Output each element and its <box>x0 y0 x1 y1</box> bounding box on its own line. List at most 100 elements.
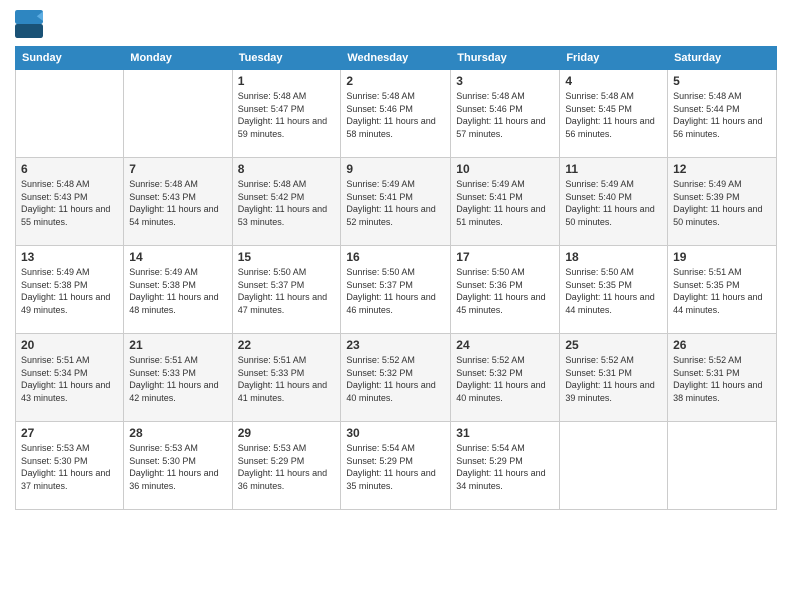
calendar-table: SundayMondayTuesdayWednesdayThursdayFrid… <box>15 46 777 510</box>
day-number: 14 <box>129 250 226 264</box>
day-number: 17 <box>456 250 554 264</box>
header-day: Friday <box>560 47 668 70</box>
day-number: 15 <box>238 250 336 264</box>
logo <box>15 10 47 38</box>
calendar-cell: 10 Sunrise: 5:49 AM Sunset: 5:41 PM Dayli… <box>451 158 560 246</box>
header-day: Thursday <box>451 47 560 70</box>
day-info: Sunrise: 5:51 AM Sunset: 5:35 PM Dayligh… <box>673 266 771 316</box>
calendar-week-row: 20Sunrise: 5:51 AM Sunset: 5:34 PM Dayli… <box>16 334 777 422</box>
calendar-cell: 15 Sunrise: 5:50 AM Sunset: 5:37 PM Dayli… <box>232 246 341 334</box>
day-info: Sunrise: 5:48 AM Sunset: 5:47 PM Dayligh… <box>238 90 336 140</box>
calendar-cell: 2 Sunrise: 5:48 AM Sunset: 5:46 PM Daylig… <box>341 70 451 158</box>
day-info: Sunrise: 5:50 AM Sunset: 5:37 PM Dayligh… <box>346 266 445 316</box>
header-day: Saturday <box>668 47 777 70</box>
day-info: Sunrise: 5:50 AM Sunset: 5:37 PM Dayligh… <box>238 266 336 316</box>
day-info: Sunrise: 5:53 AM Sunset: 5:29 PM Dayligh… <box>238 442 336 492</box>
header-day: Wednesday <box>341 47 451 70</box>
day-info: Sunrise: 5:53 AM Sunset: 5:30 PM Dayligh… <box>21 442 118 492</box>
day-number: 31 <box>456 426 554 440</box>
day-number: 24 <box>456 338 554 352</box>
day-number: 28 <box>129 426 226 440</box>
day-number: 8 <box>238 162 336 176</box>
day-info: Sunrise: 5:54 AM Sunset: 5:29 PM Dayligh… <box>456 442 554 492</box>
day-number: 11 <box>565 162 662 176</box>
calendar-cell: 27 Sunrise: 5:53 AM Sunset: 5:30 PM Dayli… <box>16 422 124 510</box>
calendar-cell: 1Sunrise: 5:48 AM Sunset: 5:47 PM Daylig… <box>232 70 341 158</box>
calendar-cell: 21Sunrise: 5:51 AM Sunset: 5:33 PM Dayli… <box>124 334 232 422</box>
calendar-cell: 3 Sunrise: 5:48 AM Sunset: 5:46 PM Daylig… <box>451 70 560 158</box>
day-info: Sunrise: 5:49 AM Sunset: 5:39 PM Dayligh… <box>673 178 771 228</box>
day-info: Sunrise: 5:49 AM Sunset: 5:41 PM Dayligh… <box>346 178 445 228</box>
day-number: 5 <box>673 74 771 88</box>
day-info: Sunrise: 5:49 AM Sunset: 5:38 PM Dayligh… <box>129 266 226 316</box>
day-number: 21 <box>129 338 226 352</box>
day-number: 29 <box>238 426 336 440</box>
calendar-cell: 30 Sunrise: 5:54 AM Sunset: 5:29 PM Dayli… <box>341 422 451 510</box>
header-day: Monday <box>124 47 232 70</box>
day-number: 25 <box>565 338 662 352</box>
day-number: 30 <box>346 426 445 440</box>
day-info: Sunrise: 5:51 AM Sunset: 5:34 PM Dayligh… <box>21 354 118 404</box>
day-info: Sunrise: 5:48 AM Sunset: 5:46 PM Dayligh… <box>456 90 554 140</box>
calendar-cell: 16 Sunrise: 5:50 AM Sunset: 5:37 PM Dayli… <box>341 246 451 334</box>
day-number: 23 <box>346 338 445 352</box>
day-number: 22 <box>238 338 336 352</box>
calendar-cell: 22 Sunrise: 5:51 AM Sunset: 5:33 PM Dayli… <box>232 334 341 422</box>
day-info: Sunrise: 5:53 AM Sunset: 5:30 PM Dayligh… <box>129 442 226 492</box>
calendar-cell: 28 Sunrise: 5:53 AM Sunset: 5:30 PM Dayli… <box>124 422 232 510</box>
calendar-cell <box>668 422 777 510</box>
calendar-cell: 25 Sunrise: 5:52 AM Sunset: 5:31 PM Dayli… <box>560 334 668 422</box>
calendar-week-row: 27 Sunrise: 5:53 AM Sunset: 5:30 PM Dayli… <box>16 422 777 510</box>
header-day: Tuesday <box>232 47 341 70</box>
calendar-body: 1Sunrise: 5:48 AM Sunset: 5:47 PM Daylig… <box>16 70 777 510</box>
day-info: Sunrise: 5:51 AM Sunset: 5:33 PM Dayligh… <box>238 354 336 404</box>
day-info: Sunrise: 5:48 AM Sunset: 5:43 PM Dayligh… <box>21 178 118 228</box>
calendar-cell: 7 Sunrise: 5:48 AM Sunset: 5:43 PM Daylig… <box>124 158 232 246</box>
calendar-cell: 26Sunrise: 5:52 AM Sunset: 5:31 PM Dayli… <box>668 334 777 422</box>
day-info: Sunrise: 5:48 AM Sunset: 5:44 PM Dayligh… <box>673 90 771 140</box>
calendar-week-row: 13 Sunrise: 5:49 AM Sunset: 5:38 PM Dayli… <box>16 246 777 334</box>
day-info: Sunrise: 5:52 AM Sunset: 5:31 PM Dayligh… <box>565 354 662 404</box>
calendar-cell: 24Sunrise: 5:52 AM Sunset: 5:32 PM Dayli… <box>451 334 560 422</box>
calendar-cell: 9 Sunrise: 5:49 AM Sunset: 5:41 PM Daylig… <box>341 158 451 246</box>
calendar-cell: 4Sunrise: 5:48 AM Sunset: 5:45 PM Daylig… <box>560 70 668 158</box>
day-number: 6 <box>21 162 118 176</box>
day-number: 7 <box>129 162 226 176</box>
calendar-cell: 12 Sunrise: 5:49 AM Sunset: 5:39 PM Dayli… <box>668 158 777 246</box>
day-number: 2 <box>346 74 445 88</box>
day-info: Sunrise: 5:49 AM Sunset: 5:38 PM Dayligh… <box>21 266 118 316</box>
calendar-cell <box>560 422 668 510</box>
calendar-week-row: 1Sunrise: 5:48 AM Sunset: 5:47 PM Daylig… <box>16 70 777 158</box>
day-info: Sunrise: 5:52 AM Sunset: 5:32 PM Dayligh… <box>346 354 445 404</box>
calendar-cell: 20Sunrise: 5:51 AM Sunset: 5:34 PM Dayli… <box>16 334 124 422</box>
day-info: Sunrise: 5:48 AM Sunset: 5:42 PM Dayligh… <box>238 178 336 228</box>
day-info: Sunrise: 5:52 AM Sunset: 5:31 PM Dayligh… <box>673 354 771 404</box>
calendar-cell: 31 Sunrise: 5:54 AM Sunset: 5:29 PM Dayli… <box>451 422 560 510</box>
day-number: 18 <box>565 250 662 264</box>
day-info: Sunrise: 5:54 AM Sunset: 5:29 PM Dayligh… <box>346 442 445 492</box>
day-info: Sunrise: 5:50 AM Sunset: 5:36 PM Dayligh… <box>456 266 554 316</box>
calendar-cell: 14 Sunrise: 5:49 AM Sunset: 5:38 PM Dayli… <box>124 246 232 334</box>
day-number: 3 <box>456 74 554 88</box>
calendar-cell: 5 Sunrise: 5:48 AM Sunset: 5:44 PM Daylig… <box>668 70 777 158</box>
header-day: Sunday <box>16 47 124 70</box>
header-row: SundayMondayTuesdayWednesdayThursdayFrid… <box>16 47 777 70</box>
calendar-cell: 13 Sunrise: 5:49 AM Sunset: 5:38 PM Dayli… <box>16 246 124 334</box>
calendar-cell <box>16 70 124 158</box>
day-number: 12 <box>673 162 771 176</box>
day-info: Sunrise: 5:48 AM Sunset: 5:43 PM Dayligh… <box>129 178 226 228</box>
calendar-cell: 8 Sunrise: 5:48 AM Sunset: 5:42 PM Daylig… <box>232 158 341 246</box>
day-number: 19 <box>673 250 771 264</box>
day-number: 13 <box>21 250 118 264</box>
header <box>15 10 777 38</box>
calendar-cell: 29 Sunrise: 5:53 AM Sunset: 5:29 PM Dayli… <box>232 422 341 510</box>
day-number: 27 <box>21 426 118 440</box>
day-info: Sunrise: 5:48 AM Sunset: 5:46 PM Dayligh… <box>346 90 445 140</box>
day-number: 9 <box>346 162 445 176</box>
calendar-header: SundayMondayTuesdayWednesdayThursdayFrid… <box>16 47 777 70</box>
calendar-cell: 19 Sunrise: 5:51 AM Sunset: 5:35 PM Dayli… <box>668 246 777 334</box>
day-number: 16 <box>346 250 445 264</box>
day-info: Sunrise: 5:49 AM Sunset: 5:41 PM Dayligh… <box>456 178 554 228</box>
day-number: 4 <box>565 74 662 88</box>
day-number: 10 <box>456 162 554 176</box>
